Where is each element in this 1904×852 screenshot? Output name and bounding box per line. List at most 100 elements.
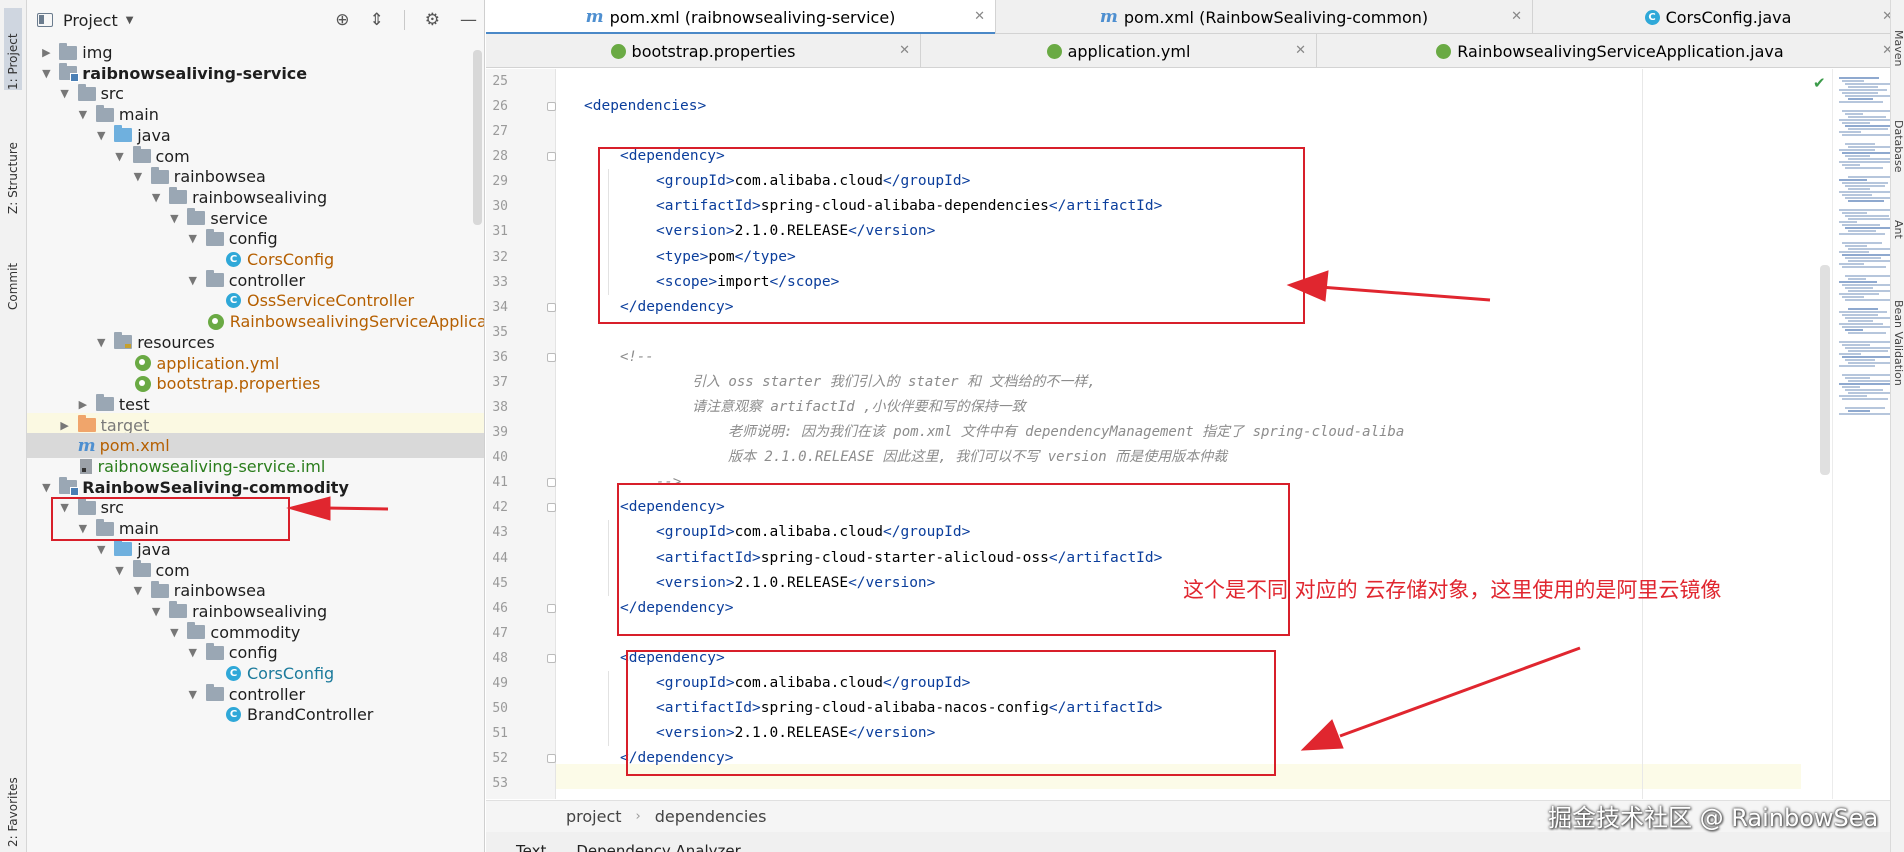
xml-tag: artifactId	[664, 198, 753, 215]
xml-bracket: </	[848, 725, 866, 742]
maven-file-icon: m	[585, 7, 604, 27]
project-tree-scrollbar[interactable]	[473, 50, 482, 225]
expand-arrow-icon[interactable]: ▼	[186, 688, 200, 701]
breadcrumb-item[interactable]: project	[566, 807, 622, 826]
fold-marker-icon[interactable]	[547, 503, 556, 513]
editor-tab-secondary-0[interactable]: bootstrap.properties ✕	[486, 34, 921, 68]
xml-value: 2.1.0.RELEASE	[734, 725, 849, 742]
close-icon[interactable]: ✕	[974, 9, 985, 24]
maven-tool-tab[interactable]: Maven	[1892, 30, 1904, 66]
collapse-arrow-icon[interactable]: ▶	[39, 46, 53, 59]
xml-bracket: </	[1048, 549, 1067, 566]
minimap-line	[1845, 359, 1875, 361]
editor-tab-primary-1[interactable]: m pom.xml (RainbowSealiving-common) ✕	[996, 0, 1533, 34]
tree-item[interactable]: C BrandController	[27, 702, 484, 727]
minimap-line	[1845, 407, 1885, 409]
expand-arrow-icon[interactable]: ▼	[149, 605, 163, 618]
collapse-all-icon[interactable]: ⇕	[370, 10, 384, 30]
expand-arrow-icon[interactable]: ▼	[131, 170, 145, 183]
close-icon[interactable]: ✕	[1295, 43, 1306, 58]
collapse-arrow-icon[interactable]: ▶	[58, 419, 72, 432]
expand-arrow-icon[interactable]: ▼	[167, 212, 181, 225]
minimap-line	[1848, 362, 1896, 364]
resources-folder-icon	[114, 332, 133, 350]
minimap-line	[1842, 242, 1882, 244]
expand-arrow-icon[interactable]: ▼	[113, 150, 127, 163]
commit-tool-tab[interactable]: Commit	[4, 238, 22, 310]
hide-panel-icon[interactable]: —	[460, 10, 477, 30]
gear-icon[interactable]: ⚙	[425, 10, 440, 30]
minimap-line	[1839, 323, 1883, 325]
fold-marker-icon[interactable]	[547, 352, 556, 362]
xml-bracket: >	[708, 273, 718, 290]
close-icon[interactable]: ✕	[899, 43, 910, 58]
fold-marker-icon[interactable]	[547, 478, 556, 488]
collapse-arrow-icon[interactable]: ▶	[76, 398, 90, 411]
minimap-line	[1845, 245, 1867, 247]
xml-value: com.alibaba.cloud	[734, 524, 883, 541]
inspection-ok-icon[interactable]: ✔	[1813, 74, 1826, 92]
bottom-editor-tabs: Text Dependency Analyzer	[486, 832, 1904, 852]
fold-marker-icon[interactable]	[547, 152, 556, 162]
xml-bracket: <	[656, 700, 665, 716]
fold-marker-icon[interactable]	[547, 653, 556, 663]
expand-arrow-icon[interactable]: ▼	[186, 232, 200, 245]
code-editor[interactable]: <dependencies> <dependency> <groupId>com.a…	[556, 69, 1796, 799]
tree-item-label: service	[210, 208, 268, 228]
expand-arrow-icon[interactable]: ▼	[76, 522, 90, 535]
spring-file-icon	[610, 43, 626, 59]
code-line: 请注意观察 artifactId ,小伙伴要和写的保持一致	[692, 399, 1026, 416]
editor-tab-label: CorsConfig.java	[1665, 7, 1792, 27]
favorites-tool-tab[interactable]: 2: Favorites	[4, 755, 22, 847]
chevron-down-icon[interactable]: ▼	[126, 15, 134, 26]
expand-arrow-icon[interactable]: ▼	[149, 191, 163, 204]
expand-arrow-icon[interactable]: ▼	[131, 584, 145, 597]
editor-tab-secondary-2[interactable]: RainbowsealivingServiceApplication.java ✕	[1317, 34, 1904, 68]
expand-arrow-icon[interactable]: ▼	[58, 87, 72, 100]
xml-tag: artifactId	[1066, 700, 1154, 716]
expand-arrow-icon[interactable]: ▼	[167, 626, 181, 639]
toolbar-divider	[403, 10, 405, 30]
minimap-line	[1845, 125, 1891, 127]
xml-bracket: <	[656, 549, 665, 566]
bean-validation-tool-tab[interactable]: Bean Validation	[1892, 300, 1904, 386]
fold-marker-icon[interactable]	[547, 754, 556, 764]
close-icon[interactable]: ✕	[1511, 9, 1522, 24]
project-panel-title[interactable]: Project	[63, 11, 118, 30]
expand-arrow-icon[interactable]: ▼	[94, 336, 108, 349]
xml-bracket: <	[656, 725, 665, 742]
bottom-tab[interactable]: Text	[516, 842, 546, 852]
editor-tab-primary-2[interactable]: C CorsConfig.java ✕	[1533, 0, 1904, 34]
expand-arrow-icon[interactable]: ▼	[39, 481, 53, 494]
editor-tab-secondary-1[interactable]: application.yml ✕	[921, 34, 1317, 68]
structure-tool-tab[interactable]: Z: Structure	[4, 118, 22, 214]
expand-arrow-icon[interactable]: ▼	[186, 646, 200, 659]
fold-marker-icon[interactable]	[547, 603, 556, 613]
line-number: 33	[492, 274, 508, 290]
minimap-line	[1842, 194, 1872, 196]
tree-item-label: img	[82, 43, 113, 62]
expand-arrow-icon[interactable]: ▼	[76, 108, 90, 121]
code-line: <!--	[620, 348, 654, 365]
editor-scrollbar[interactable]	[1820, 265, 1830, 475]
minimap-line	[1842, 182, 1888, 184]
source-folder-icon	[114, 539, 133, 557]
editor-tab-label: RainbowsealivingServiceApplication.java	[1457, 41, 1784, 61]
expand-arrow-icon[interactable]: ▼	[186, 274, 200, 287]
xml-tag: groupId	[900, 524, 962, 541]
database-tool-tab[interactable]: Database	[1892, 120, 1904, 173]
expand-arrow-icon[interactable]: ▼	[113, 564, 127, 577]
expand-arrow-icon[interactable]: ▼	[94, 543, 108, 556]
expand-arrow-icon[interactable]: ▼	[94, 129, 108, 142]
locate-file-icon[interactable]: ⊕	[335, 10, 349, 30]
editor-tab-primary-0[interactable]: m pom.xml (raibnowsealiving-service) ✕	[486, 0, 996, 35]
expand-arrow-icon[interactable]: ▼	[58, 501, 72, 514]
fold-marker-icon[interactable]	[547, 102, 556, 112]
breadcrumb-item[interactable]: dependencies	[655, 807, 767, 826]
expand-arrow-icon[interactable]: ▼	[39, 67, 53, 80]
fold-marker-icon[interactable]	[547, 302, 556, 312]
bottom-tab[interactable]: Dependency Analyzer	[576, 842, 740, 852]
ant-tool-tab[interactable]: Ant	[1892, 220, 1904, 239]
project-tool-tab[interactable]: 1: Project	[4, 8, 22, 90]
excluded-folder-icon	[77, 415, 96, 433]
